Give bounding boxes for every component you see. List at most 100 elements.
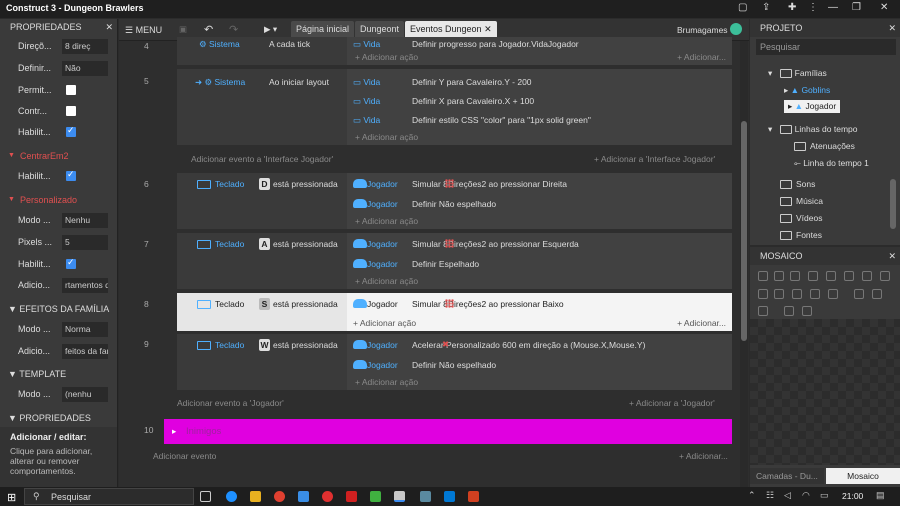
reset-icon[interactable] xyxy=(828,289,838,299)
prop-row[interactable]: Contr... xyxy=(0,102,114,122)
prop-input[interactable]: rtamentos d xyxy=(62,278,108,293)
event-row[interactable]: Teclado D está pressionada Jogador Simul… xyxy=(177,173,732,229)
expand-icon[interactable]: ▸ xyxy=(172,426,176,437)
project-search-input[interactable]: Pesquisar xyxy=(756,39,896,55)
tile-preview[interactable] xyxy=(750,319,900,465)
chrome-icon[interactable] xyxy=(274,491,285,502)
fill-icon[interactable] xyxy=(826,271,836,281)
folder-icon[interactable] xyxy=(802,306,812,316)
prop-select[interactable]: 8 direç xyxy=(62,39,108,54)
event-condition[interactable]: Teclado W está pressionada xyxy=(177,334,347,390)
prop-row[interactable]: Habilit... xyxy=(0,167,114,187)
close-icon[interactable]: ✕ xyxy=(880,2,888,13)
edge-icon[interactable] xyxy=(226,491,237,502)
calculator-icon[interactable] xyxy=(370,491,381,502)
event-condition[interactable]: Teclado D está pressionada xyxy=(177,173,347,229)
network-icon[interactable]: ☷ xyxy=(766,490,774,501)
fullscreen-icon[interactable]: ▢ xyxy=(738,2,747,13)
volume-icon[interactable]: ◁ xyxy=(784,490,791,501)
mirror-icon[interactable] xyxy=(758,289,768,299)
tree-timeline1[interactable]: ⟜ Linha do tempo 1 xyxy=(794,158,869,169)
add-action[interactable]: + Adicionar ação xyxy=(355,216,418,226)
add-action[interactable]: + Adicionar ação xyxy=(355,276,418,286)
save-icon[interactable] xyxy=(784,306,794,316)
tab-close-icon[interactable]: ✕ xyxy=(484,24,492,34)
add-action-short[interactable]: + Adicionar... xyxy=(677,318,726,328)
prop-row[interactable]: Definir... Não xyxy=(0,59,114,79)
prop-input[interactable]: 5 xyxy=(62,235,108,250)
tab-pagina-inicial[interactable]: Página inicial xyxy=(291,21,355,38)
app2-icon[interactable] xyxy=(346,491,357,502)
brush-icon[interactable] xyxy=(774,271,784,281)
rotate-cw-icon[interactable] xyxy=(810,289,820,299)
event-actions[interactable]: Jogador Simular 8Direções2 ao pressionar… xyxy=(347,293,732,331)
prop-select[interactable]: Norma xyxy=(62,322,108,337)
redo-icon[interactable]: ↷ xyxy=(229,23,238,36)
close-icon[interactable]: ✕ xyxy=(105,19,113,35)
add-event-interface[interactable]: Adicionar evento a 'Interface Jogador' xyxy=(191,154,333,164)
prop-row[interactable]: Permit... xyxy=(0,81,114,101)
keyboard-icon[interactable]: ▭ xyxy=(820,490,829,501)
add-action-short[interactable]: + Adicionar... xyxy=(677,52,726,62)
event-row[interactable]: ➜ ⚙ Sistema Ao iniciar layout ▭ Vida Def… xyxy=(177,69,732,145)
project-scrollbar[interactable] xyxy=(890,179,896,229)
windows-start-icon[interactable]: ⊞ xyxy=(7,491,16,504)
close-icon[interactable]: ✕ xyxy=(888,247,896,265)
prop-row[interactable]: Modo ... (nenhu xyxy=(0,385,114,405)
prop-row[interactable]: Modo ... Norma xyxy=(0,320,114,340)
minimize-icon[interactable]: — xyxy=(828,2,838,13)
tree-sons[interactable]: Sons xyxy=(780,179,815,189)
add-action[interactable]: + Adicionar ação xyxy=(353,318,416,328)
event-row[interactable]: Teclado W está pressionada Jogador Acele… xyxy=(177,334,732,390)
prop-select[interactable]: Nenhu xyxy=(62,213,108,228)
add-to-jogador[interactable]: + Adicionar a 'Jogador' xyxy=(629,398,715,408)
event-condition[interactable]: Teclado S está pressionada xyxy=(177,293,347,331)
prop-checkbox[interactable] xyxy=(66,257,76,269)
prop-row[interactable]: Pixels ... 5 xyxy=(0,233,114,253)
event-row[interactable]: ⚙ Sistema A cada tick ▭ Vida Definir pro… xyxy=(177,37,732,65)
prop-checkbox[interactable] xyxy=(66,85,76,95)
prop-input[interactable]: feitos da fam xyxy=(62,344,108,359)
zoom-in-icon[interactable] xyxy=(872,289,882,299)
event-row[interactable]: Teclado A está pressionada Jogador Simul… xyxy=(177,233,732,289)
taskbar-search[interactable]: ⚲ Pesquisar xyxy=(24,488,194,505)
prop-row[interactable]: Adicio... rtamentos d xyxy=(0,276,114,296)
picker-icon[interactable] xyxy=(844,271,854,281)
office-icon[interactable] xyxy=(468,491,479,502)
prop-checkbox[interactable] xyxy=(66,169,76,181)
prop-select[interactable]: Não xyxy=(62,61,108,76)
tree-jogador-selected[interactable]: ▸ ▲ Jogador xyxy=(784,100,841,113)
event-actions[interactable]: Jogador Simular 8Direções2 ao pressionar… xyxy=(347,233,732,289)
clock[interactable]: 21:00 xyxy=(842,491,863,501)
properties2-header[interactable]: ▼ PROPRIEDADES xyxy=(0,409,114,427)
prop-checkbox[interactable] xyxy=(66,106,76,116)
tab-mosaico[interactable]: Mosaico xyxy=(826,468,900,484)
task-view-icon[interactable] xyxy=(200,491,211,502)
eraser-icon[interactable] xyxy=(790,271,800,281)
prop-row[interactable]: Direçõ... 8 direç xyxy=(0,37,114,57)
zoom-out-icon[interactable] xyxy=(758,306,768,316)
prop-row[interactable]: Habilit... xyxy=(0,123,114,143)
prop-select[interactable]: (nenhu xyxy=(62,387,108,402)
play-icon[interactable]: ▶ ▾ xyxy=(264,24,277,35)
tree-fontes[interactable]: Fontes xyxy=(780,230,822,240)
user-name[interactable]: Brumagames xyxy=(677,25,728,35)
app-icon[interactable] xyxy=(298,491,309,502)
event-actions[interactable]: Jogador Acelerar Personalizado 600 em di… xyxy=(347,334,732,390)
tab-dungeont[interactable]: Dungeont xyxy=(355,21,405,38)
menu-button[interactable]: ☰ MENU xyxy=(125,25,162,36)
event-condition[interactable]: Teclado A está pressionada xyxy=(177,233,347,289)
tree-families[interactable]: ▾ Famílias xyxy=(768,68,827,79)
event-group[interactable]: ▸ Inimigos xyxy=(164,419,732,444)
add-action[interactable]: + Adicionar ação xyxy=(355,52,418,62)
tree-timelines[interactable]: ▾ Linhas do tempo xyxy=(768,124,858,135)
tab-eventos-dungeon[interactable]: Eventos Dungeon ✕ xyxy=(405,21,497,38)
add-short[interactable]: + Adicionar... xyxy=(679,451,728,461)
wifi-icon[interactable]: ◠ xyxy=(802,490,810,501)
explorer-icon[interactable] xyxy=(250,491,261,502)
tab-camadas[interactable]: Camadas - Du... xyxy=(750,468,824,484)
event-actions[interactable]: Jogador Simular 8Direções2 ao pressionar… xyxy=(347,173,732,229)
add-event[interactable]: Adicionar evento xyxy=(153,451,216,461)
share-icon[interactable]: ⇪ xyxy=(762,2,770,13)
brush2-icon[interactable] xyxy=(880,271,890,281)
